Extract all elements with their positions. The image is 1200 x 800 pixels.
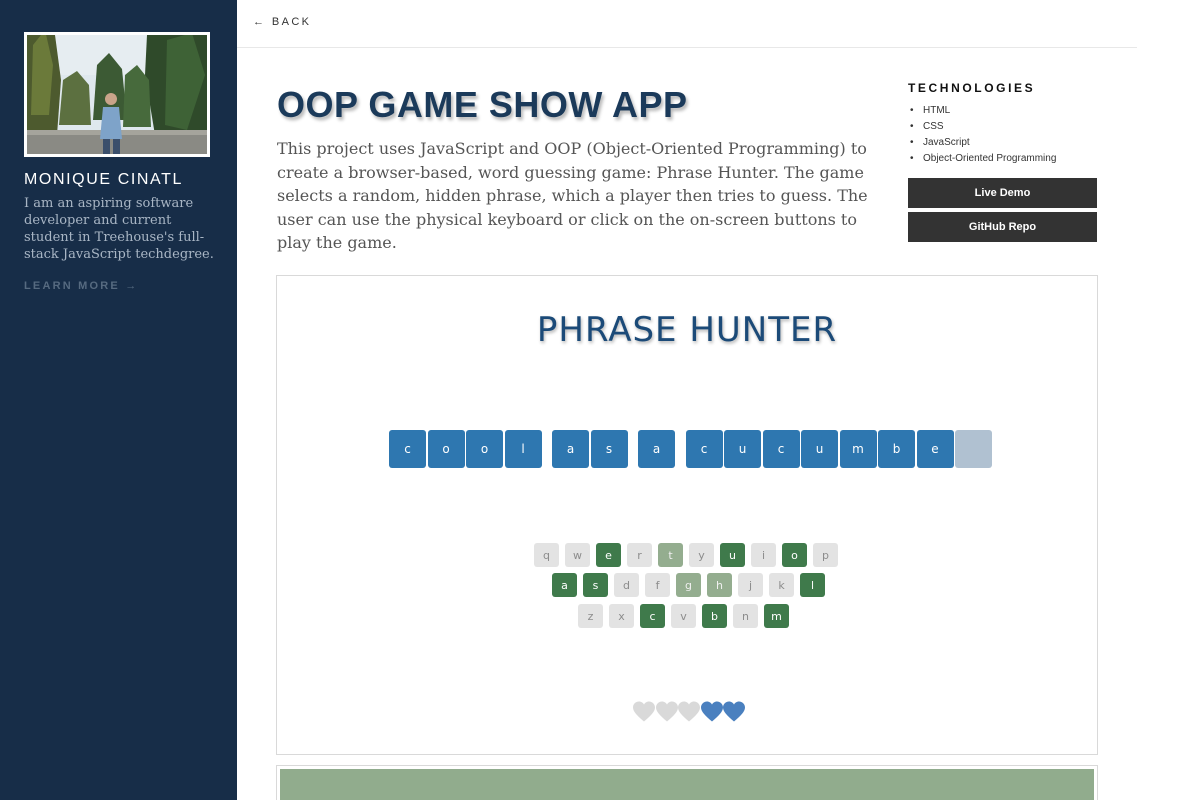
project-title: OOP GAME SHOW APP <box>277 84 688 125</box>
technology-item: HTML <box>908 103 1056 119</box>
game-title: PHRASE HUNTER <box>536 310 838 350</box>
live-heart-icon <box>723 701 745 722</box>
key-k[interactable]: k <box>769 573 794 597</box>
key-j[interactable]: j <box>738 573 763 597</box>
key-d[interactable]: d <box>614 573 639 597</box>
lost-heart-icon <box>678 701 700 722</box>
key-a[interactable]: a <box>552 573 577 597</box>
key-i[interactable]: i <box>751 543 776 567</box>
key-c[interactable]: c <box>640 604 665 628</box>
key-b[interactable]: b <box>702 604 727 628</box>
profile-photo <box>24 32 210 157</box>
letter-tile: c <box>685 430 723 468</box>
key-o[interactable]: o <box>782 543 807 567</box>
hidden-letter-tile <box>955 430 992 468</box>
top-bar: ← BACK <box>237 0 1137 48</box>
key-s[interactable]: s <box>583 573 608 597</box>
live-heart-icon <box>700 701 723 722</box>
game-preview: PHRASE HUNTER coolasacucumbe qwertyuiop … <box>276 275 1098 755</box>
letter-tile: e <box>916 430 954 468</box>
technology-item: Object-Oriented Programming <box>908 151 1056 167</box>
letter-tile: b <box>878 430 915 468</box>
second-preview <box>276 765 1098 800</box>
project-description: This project uses JavaScript and OOP (Ob… <box>277 139 868 252</box>
letter-tile: c <box>762 430 800 468</box>
key-m[interactable]: m <box>764 604 789 628</box>
key-l[interactable]: l <box>800 573 825 597</box>
key-v[interactable]: v <box>671 604 696 628</box>
preview-image <box>280 769 1094 800</box>
live-demo-button[interactable]: Live Demo <box>908 178 1097 208</box>
letter-tile: l <box>504 430 542 468</box>
key-p[interactable]: p <box>813 543 838 567</box>
letter-tile: c <box>389 430 426 468</box>
letter-tile: s <box>590 430 628 468</box>
key-u[interactable]: u <box>720 543 745 567</box>
key-e[interactable]: e <box>596 543 621 567</box>
technology-item: JavaScript <box>908 135 1056 151</box>
key-f[interactable]: f <box>645 573 670 597</box>
key-t[interactable]: t <box>658 543 683 567</box>
key-y[interactable]: y <box>689 543 714 567</box>
sidebar: MONIQUE CINATL I am an aspiring software… <box>0 0 237 800</box>
back-link[interactable]: ← BACK <box>253 16 311 28</box>
letter-tile: o <box>427 430 465 468</box>
author-bio: I am an aspiring software developer and … <box>24 196 214 262</box>
technologies-list: HTML CSS JavaScript Object-Oriented Prog… <box>908 103 1056 167</box>
learn-more-link[interactable]: LEARN MORE → <box>24 280 138 292</box>
lost-heart-icon <box>633 701 655 722</box>
technology-item: CSS <box>908 119 1056 135</box>
key-r[interactable]: r <box>627 543 652 567</box>
key-n[interactable]: n <box>733 604 758 628</box>
letter-tile: u <box>724 430 761 468</box>
letter-tile: m <box>839 430 877 468</box>
key-z[interactable]: z <box>578 604 603 628</box>
key-h[interactable]: h <box>707 573 732 597</box>
key-x[interactable]: x <box>609 604 634 628</box>
right-margin <box>1137 0 1200 800</box>
key-w[interactable]: w <box>565 543 590 567</box>
letter-tile: a <box>552 430 589 468</box>
technologies-heading: TECHNOLOGIES <box>908 81 1036 95</box>
letter-tile: u <box>801 430 838 468</box>
letter-tile: o <box>466 430 503 468</box>
github-repo-button[interactable]: GitHub Repo <box>908 212 1097 242</box>
key-g[interactable]: g <box>676 573 701 597</box>
key-q[interactable]: q <box>534 543 559 567</box>
lost-heart-icon <box>655 701 678 722</box>
author-name: MONIQUE CINATL <box>24 171 184 188</box>
letter-tile: a <box>638 430 675 468</box>
